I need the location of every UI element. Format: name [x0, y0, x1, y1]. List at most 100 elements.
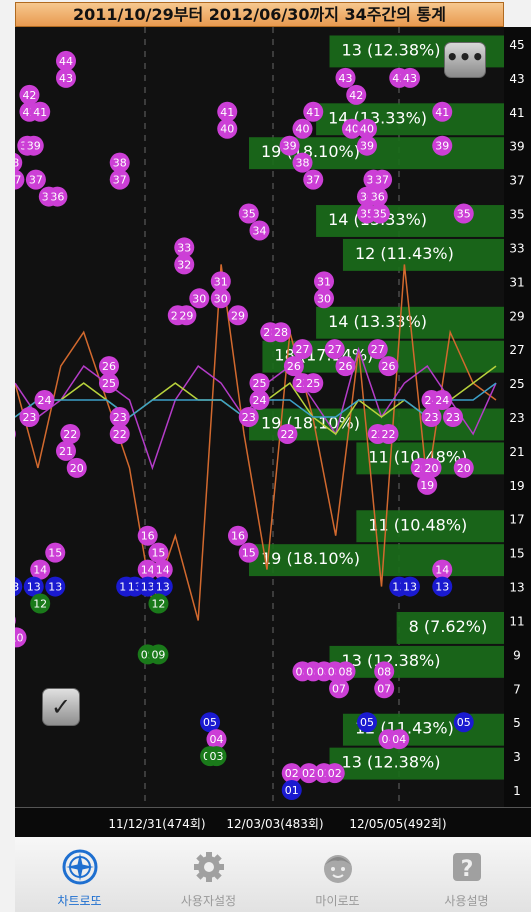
number-ball-label: 39	[360, 140, 374, 153]
number-ball-label: 22	[113, 428, 127, 441]
number-ball-label: 31	[214, 275, 228, 288]
face-icon	[318, 847, 358, 891]
check-button[interactable]: ✓	[42, 688, 80, 726]
number-ball-label: 05	[457, 716, 471, 729]
svg-text:?: ?	[460, 857, 473, 882]
number-ball-label: 14	[156, 564, 170, 577]
number-ball-label: 07	[377, 682, 391, 695]
number-ball-label: 27	[328, 343, 342, 356]
number-ball-label: 38	[15, 157, 19, 170]
bottom-tab-bar: 차트로또 사용자설정 마이로또 ? 사용설명	[15, 837, 531, 912]
number-ball-label: 44	[59, 55, 73, 68]
number-ball-label: 15	[48, 547, 62, 560]
y-tick-label: 17	[509, 513, 524, 527]
number-ball-label: 23	[242, 411, 256, 424]
number-ball-label: 20	[70, 462, 84, 475]
number-ball-label: 29	[179, 309, 193, 322]
menu-button[interactable]: •••	[444, 42, 486, 78]
y-tick-label: 43	[509, 72, 524, 86]
number-ball-label: 12	[33, 598, 47, 611]
number-ball-label: 37	[306, 174, 320, 187]
number-ball-label: 37	[375, 174, 389, 187]
number-ball-label: 22	[280, 428, 294, 441]
number-ball-label: 35	[373, 208, 387, 221]
number-ball-label: 27	[371, 343, 385, 356]
y-tick-label: 29	[509, 309, 524, 323]
number-ball-label: 40	[345, 123, 359, 136]
frequency-label: 14 (13.33%)	[328, 312, 427, 331]
gear-icon	[189, 847, 229, 891]
chart-area: 13 (12.38%) 14 (13.33%) 19 (18.10%) 14 (13.…	[15, 27, 504, 807]
number-ball-label: 33	[177, 241, 191, 254]
tab-chart-lotto[interactable]: 차트로또	[15, 837, 144, 912]
number-ball-label: 31	[317, 275, 331, 288]
number-ball-label: 36	[50, 191, 64, 204]
x-axis: 11/12/31(474회) 12/03/03(483회) 12/05/05(492…	[15, 807, 531, 837]
number-ball-label: 26	[382, 360, 396, 373]
y-tick-label: 39	[509, 140, 524, 154]
number-ball-label: 36	[371, 191, 385, 204]
number-ball-label: 16	[141, 530, 155, 543]
number-ball-label: 22	[382, 428, 396, 441]
frequency-label: 8 (7.62%)	[409, 617, 488, 636]
number-ball-label: 30	[214, 292, 228, 305]
number-ball-label: 37	[15, 174, 21, 187]
number-ball-label: 25	[102, 377, 116, 390]
number-ball-label: 13	[48, 581, 62, 594]
y-tick-label: 23	[509, 411, 524, 425]
compass-icon	[60, 847, 100, 891]
number-ball-label: 41	[33, 106, 47, 119]
number-ball-label: 22	[63, 428, 77, 441]
number-ball-label: 24	[38, 394, 52, 407]
number-ball-label: 20	[425, 462, 439, 475]
number-ball-label: 19	[420, 479, 434, 492]
number-ball-label: 37	[29, 174, 43, 187]
number-ball-label: 01	[285, 784, 299, 797]
x-tick-label: 12/05/05(492회)	[349, 817, 446, 831]
tab-my-lotto[interactable]: 마이로또	[273, 837, 402, 912]
number-ball-label: 38	[296, 157, 310, 170]
y-tick-label: 41	[509, 106, 524, 120]
number-ball-label: 13	[27, 581, 41, 594]
number-ball-label: 30	[192, 292, 206, 305]
number-ball-label: 35	[242, 208, 256, 221]
number-ball-label: 28	[274, 326, 288, 339]
x-tick-label: 12/03/03(483회)	[226, 817, 323, 831]
number-ball-label: 39	[27, 140, 41, 153]
frequency-label: 19 (18.10%)	[261, 549, 360, 568]
y-tick-label: 27	[509, 343, 524, 357]
number-ball-label: 26	[339, 360, 353, 373]
number-ball-label: 21	[59, 445, 73, 458]
tab-help[interactable]: ? 사용설명	[402, 837, 531, 912]
number-ball-label: 24	[435, 394, 449, 407]
number-ball-label: 15	[242, 547, 256, 560]
number-ball-label: 39	[283, 140, 297, 153]
y-tick-label: 11	[509, 614, 524, 628]
number-ball-label: 20	[457, 462, 471, 475]
y-tick-label: 13	[509, 581, 524, 595]
y-tick-label: 45	[509, 38, 524, 52]
number-ball-label: 12	[151, 598, 165, 611]
number-ball-label: 34	[253, 224, 267, 237]
number-ball-label: 23	[446, 411, 460, 424]
number-ball-label: 02	[302, 767, 316, 780]
y-tick-label: 1	[513, 784, 521, 798]
frequency-label: 13 (12.38%)	[342, 40, 441, 59]
number-ball-label: 23	[22, 411, 36, 424]
number-ball-label: 04	[210, 733, 224, 746]
number-ball-label: 03	[210, 750, 224, 763]
number-ball-label: 07	[332, 682, 346, 695]
tab-label: 마이로또	[315, 894, 360, 908]
number-ball	[15, 430, 16, 438]
number-ball-label: 42	[349, 89, 363, 102]
y-tick-label: 21	[509, 445, 524, 459]
number-ball-label: 14	[33, 564, 47, 577]
tab-user-settings[interactable]: 사용자설정	[144, 837, 273, 912]
y-tick-label: 33	[509, 241, 524, 255]
number-ball-label: 24	[253, 394, 267, 407]
number-ball-label: 40	[220, 123, 234, 136]
y-tick-label: 37	[509, 174, 524, 188]
number-ball-label: 25	[253, 377, 267, 390]
number-ball-label: 05	[360, 716, 374, 729]
y-tick-label: 35	[509, 208, 524, 222]
